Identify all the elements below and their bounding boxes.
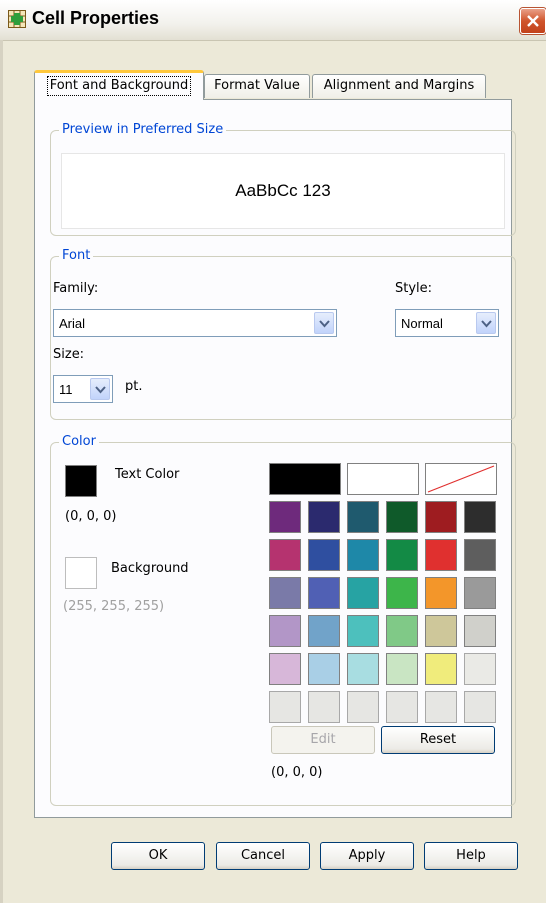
palette-swatch[interactable] [386, 691, 418, 723]
palette-swatch[interactable] [347, 691, 379, 723]
tab-label: Alignment and Margins [323, 78, 475, 93]
style-label: Style: [395, 281, 433, 296]
palette-swatch[interactable] [347, 577, 379, 609]
chevron-down-icon[interactable] [90, 378, 110, 400]
window-title: Cell Properties [32, 8, 160, 28]
palette-swatch[interactable] [386, 653, 418, 685]
style-select[interactable]: Normal [395, 309, 499, 337]
size-unit-label: pt. [125, 379, 143, 394]
tab-label: Format Value [214, 78, 300, 93]
palette-swatch[interactable] [269, 615, 301, 647]
tab-format-value[interactable]: Format Value [204, 74, 310, 98]
color-group-title: Color [59, 434, 99, 450]
font-group-title: Font [59, 248, 94, 264]
palette-swatch[interactable] [308, 577, 340, 609]
chevron-down-icon[interactable] [476, 312, 496, 334]
palette-swatch[interactable] [464, 615, 496, 647]
preview-group-title: Preview in Preferred Size [59, 122, 227, 138]
palette-swatch[interactable] [425, 501, 457, 533]
window-border [0, 40, 3, 903]
palette-swatch[interactable] [269, 577, 301, 609]
family-label: Family: [53, 281, 99, 296]
apply-button[interactable]: Apply [320, 842, 414, 870]
palette-swatch[interactable] [269, 653, 301, 685]
edit-color-label: Edit [310, 732, 336, 747]
tab-label: Font and Background [46, 76, 192, 96]
palette-no-color-swatch[interactable] [425, 463, 497, 495]
palette-swatch[interactable] [464, 691, 496, 723]
text-color-swatch[interactable] [65, 465, 97, 497]
cell-properties-icon [8, 10, 26, 28]
font-group: Font Family: Arial Style: Normal Size: 1… [50, 248, 516, 420]
tab-alignment-and-margins[interactable]: Alignment and Margins [312, 74, 486, 98]
style-value: Normal [401, 316, 443, 331]
color-group: Color Text Color (0, 0, 0) Background (2… [50, 434, 516, 806]
close-button[interactable] [520, 8, 546, 34]
palette-swatch[interactable] [308, 539, 340, 571]
palette-swatch[interactable] [386, 615, 418, 647]
help-button[interactable]: Help [424, 842, 518, 870]
family-value: Arial [59, 316, 86, 331]
palette-swatch[interactable] [308, 501, 340, 533]
palette-swatch[interactable] [347, 539, 379, 571]
apply-label: Apply [348, 848, 386, 863]
ok-label: OK [148, 848, 168, 863]
family-select[interactable]: Arial [53, 309, 337, 337]
cancel-label: Cancel [240, 848, 286, 863]
help-label: Help [456, 848, 486, 863]
size-label: Size: [53, 347, 85, 362]
palette-swatch[interactable] [425, 577, 457, 609]
selected-color-value: (0, 0, 0) [271, 765, 323, 780]
palette-swatch[interactable] [308, 653, 340, 685]
background-label: Background [111, 561, 189, 576]
reset-color-label: Reset [419, 732, 457, 747]
palette-swatch[interactable] [386, 501, 418, 533]
palette-swatch[interactable] [425, 653, 457, 685]
palette-swatch[interactable] [464, 653, 496, 685]
tab-panel: Preview in Preferred Size AaBbCc 123 Fon… [34, 99, 516, 818]
palette-black-swatch[interactable] [269, 463, 341, 495]
palette-swatch[interactable] [425, 691, 457, 723]
size-select[interactable]: 11 [53, 375, 113, 403]
cancel-button[interactable]: Cancel [216, 842, 310, 870]
text-color-value: (0, 0, 0) [65, 509, 117, 524]
palette-swatch[interactable] [464, 577, 496, 609]
palette-swatch[interactable] [347, 615, 379, 647]
preview-group: Preview in Preferred Size AaBbCc 123 [50, 122, 516, 236]
palette-swatch[interactable] [269, 501, 301, 533]
title-bar[interactable]: Cell Properties [0, 0, 546, 41]
text-color-label: Text Color [115, 467, 180, 482]
palette-swatch[interactable] [308, 615, 340, 647]
palette-swatch[interactable] [464, 501, 496, 533]
palette-swatch[interactable] [386, 577, 418, 609]
cell-properties-dialog: Cell Properties Font and Background Form… [0, 0, 546, 903]
reset-color-button[interactable]: Reset [381, 726, 495, 754]
ok-button[interactable]: OK [111, 842, 205, 870]
palette-white-swatch[interactable] [347, 463, 419, 495]
preview-box: AaBbCc 123 [61, 153, 505, 229]
background-value: (255, 255, 255) [63, 599, 165, 614]
palette-swatch[interactable] [269, 539, 301, 571]
palette-swatch[interactable] [464, 539, 496, 571]
palette-swatch[interactable] [347, 653, 379, 685]
palette-swatch[interactable] [347, 501, 379, 533]
tab-font-and-background[interactable]: Font and Background [34, 70, 204, 100]
palette-swatch[interactable] [386, 539, 418, 571]
palette-swatch[interactable] [308, 691, 340, 723]
palette-swatch[interactable] [425, 539, 457, 571]
palette-swatch[interactable] [425, 615, 457, 647]
preview-sample-text: AaBbCc 123 [235, 181, 331, 200]
size-value: 11 [59, 382, 73, 397]
background-color-swatch[interactable] [65, 557, 97, 589]
chevron-down-icon[interactable] [314, 312, 334, 334]
edit-color-button[interactable]: Edit [271, 726, 375, 754]
palette-swatch[interactable] [269, 691, 301, 723]
